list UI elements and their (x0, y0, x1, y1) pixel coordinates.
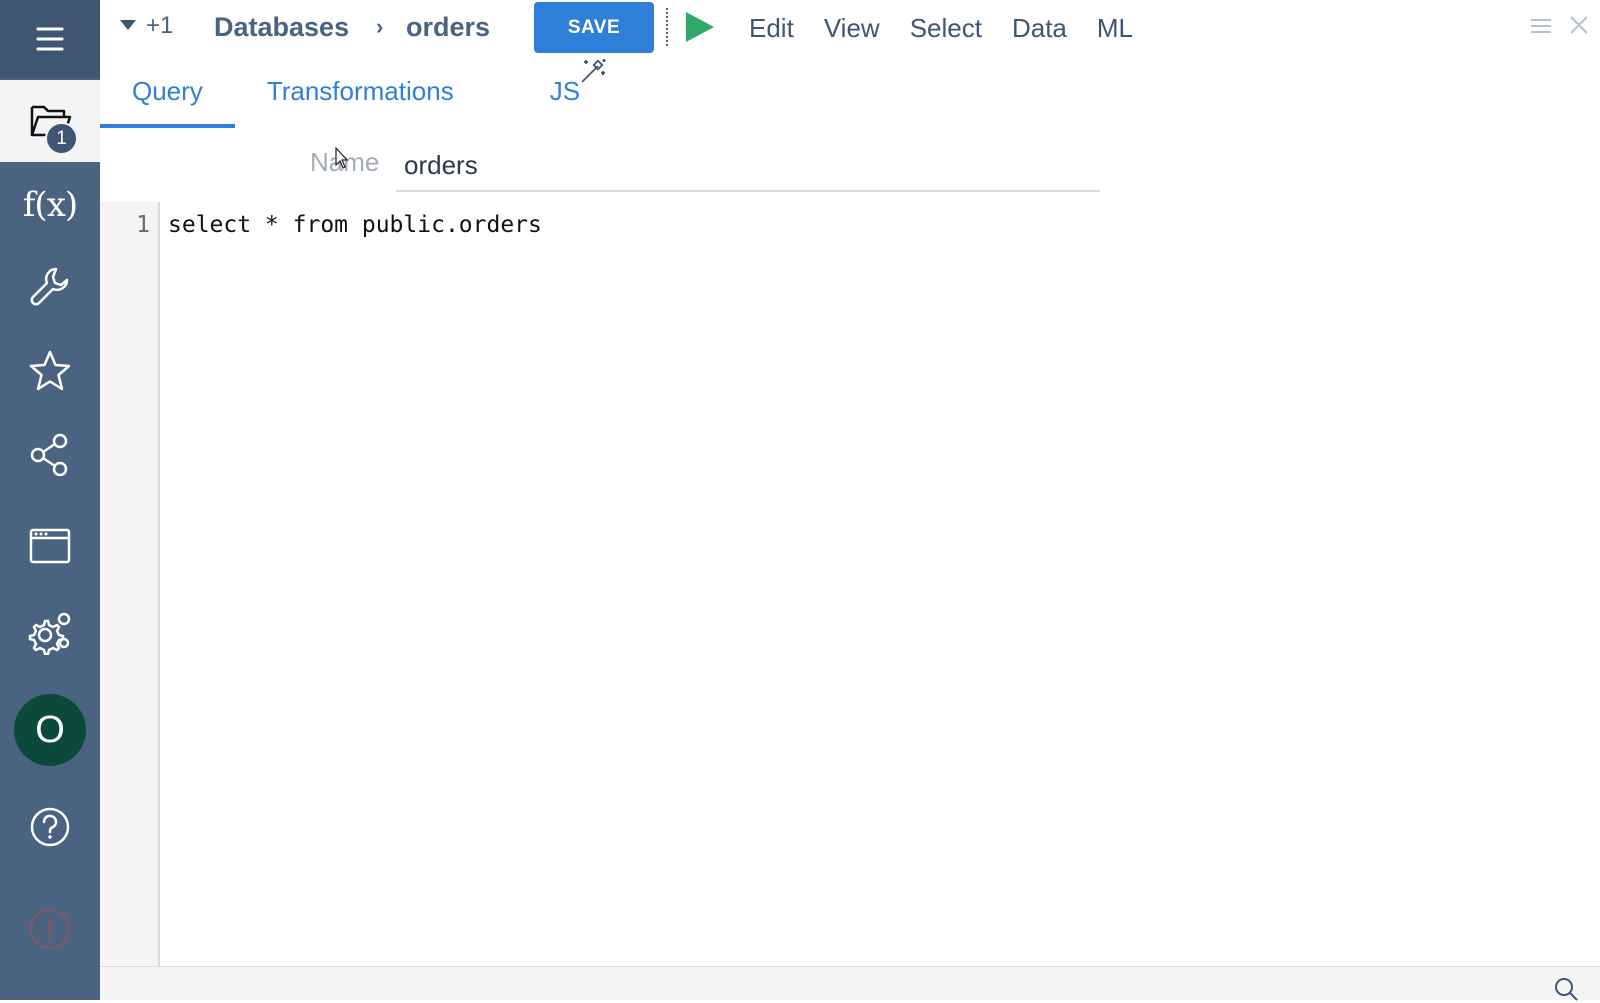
line-number: 1 (136, 212, 150, 238)
sidebar-item-settings[interactable] (0, 590, 100, 672)
menu-data[interactable]: Data (997, 13, 1082, 44)
mouse-pointer-icon (335, 147, 349, 169)
sidebar-item-browse[interactable]: 1 (0, 80, 100, 162)
tab-query[interactable]: Query (100, 66, 235, 128)
open-count-badge: 1 (45, 122, 78, 155)
breadcrumb-databases[interactable]: Databases (214, 12, 349, 43)
line-gutter: 1 (100, 202, 160, 966)
sidebar-item-user[interactable]: O (0, 688, 100, 772)
search-icon[interactable] (1552, 975, 1580, 1003)
toolbar-divider (666, 8, 668, 46)
sidebar-menu-button[interactable] (0, 0, 100, 78)
breadcrumb-current[interactable]: orders (406, 12, 490, 43)
breadcrumb-more[interactable]: +1 (146, 12, 173, 40)
alert-icon (29, 908, 71, 950)
sidebar: 1 f(x) O (0, 0, 100, 1000)
sidebar-item-windows[interactable] (0, 505, 100, 587)
panel-menu-icon[interactable] (1530, 15, 1552, 37)
star-icon (29, 350, 71, 391)
wrench-icon (30, 267, 69, 306)
menu-bar: Edit View Select Data ML (734, 13, 1148, 44)
sidebar-item-tools[interactable] (0, 246, 100, 328)
browser-window-icon (29, 528, 71, 564)
avatar: O (14, 694, 86, 766)
sidebar-item-alert[interactable] (0, 888, 100, 970)
sidebar-item-share[interactable] (0, 414, 100, 496)
menu-edit[interactable]: Edit (734, 13, 809, 44)
menu-ml[interactable]: ML (1082, 13, 1148, 44)
name-field[interactable] (396, 140, 1100, 192)
sidebar-item-functions[interactable]: f(x) (0, 164, 100, 246)
sidebar-item-help[interactable] (0, 786, 100, 868)
run-icon[interactable] (684, 10, 716, 44)
chevron-right-icon: › (376, 14, 384, 39)
sidebar-item-favorites[interactable] (0, 330, 100, 412)
code-line[interactable]: select * from public.orders (168, 212, 542, 238)
hamburger-icon (36, 27, 64, 51)
magic-wand-icon[interactable] (578, 56, 608, 86)
tab-transformations[interactable]: Transformations (235, 66, 518, 128)
share-icon (30, 433, 68, 477)
status-bar (100, 966, 1600, 1003)
editor-tabs: Query Transformations JS (100, 66, 612, 128)
chevron-down-icon[interactable] (120, 20, 136, 30)
close-icon[interactable] (1568, 14, 1590, 36)
menu-view[interactable]: View (809, 13, 895, 44)
function-icon: f(x) (22, 185, 78, 225)
save-button[interactable]: SAVE (534, 2, 654, 53)
gears-icon (28, 612, 71, 655)
query-editor[interactable]: 1 select * from public.orders (100, 202, 1600, 966)
help-icon (30, 807, 70, 847)
menu-select[interactable]: Select (895, 13, 997, 44)
